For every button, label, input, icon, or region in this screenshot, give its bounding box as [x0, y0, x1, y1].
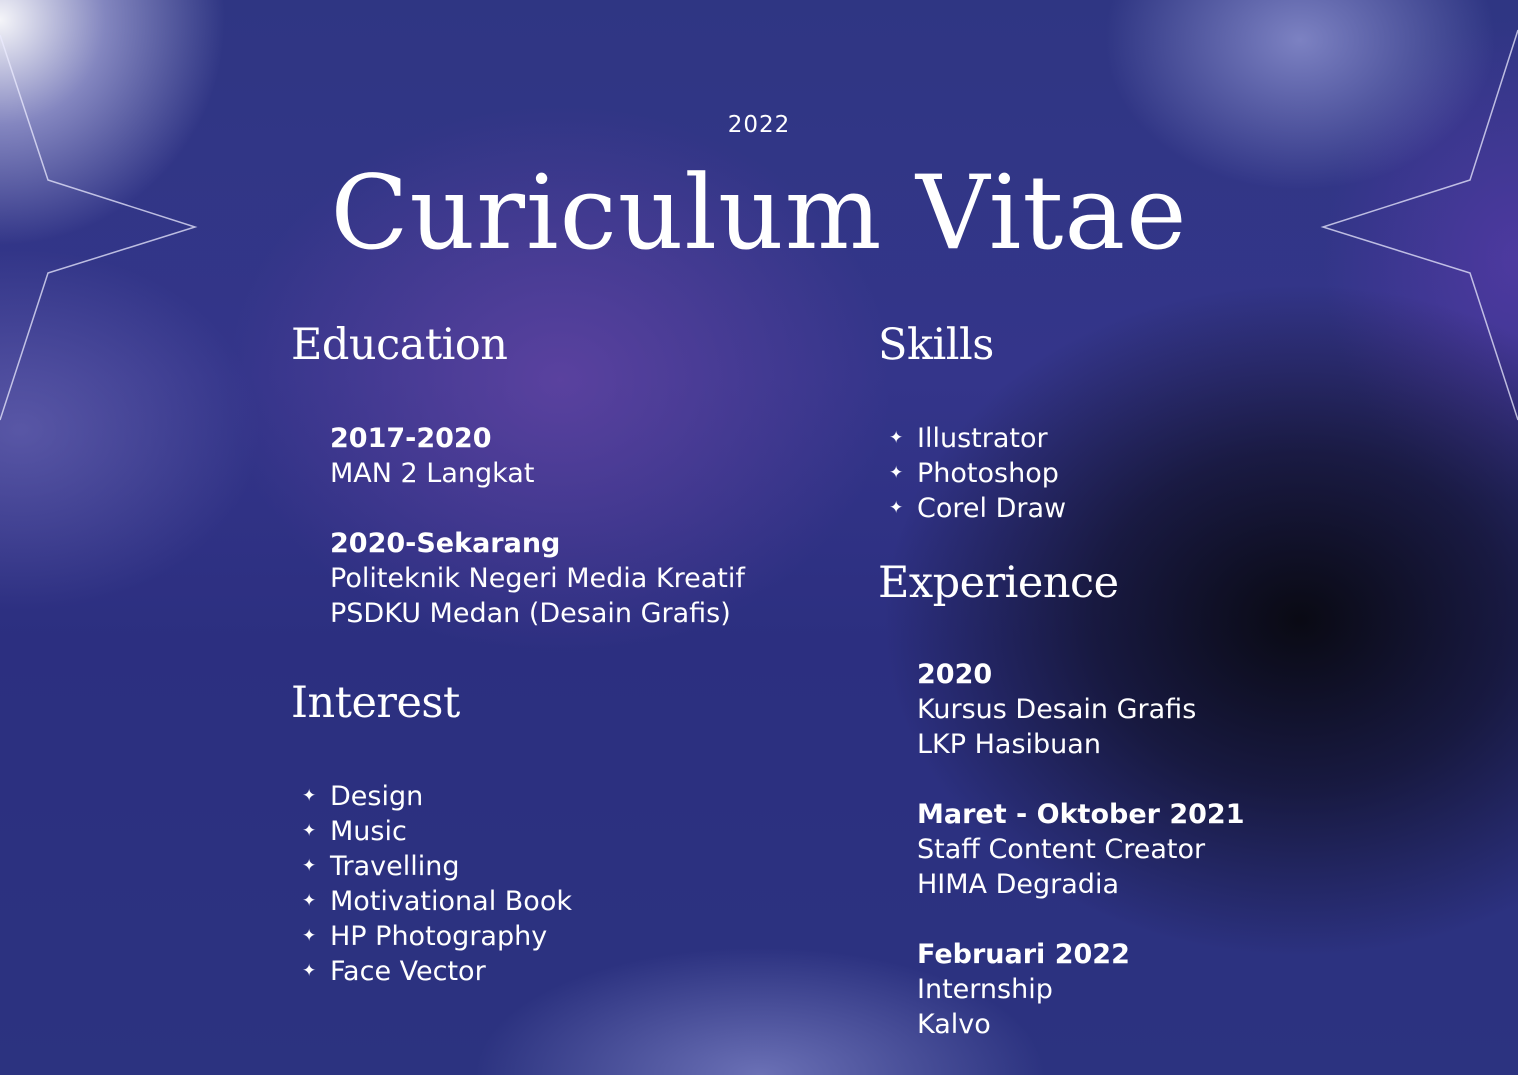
list-item: ✦ Travelling	[302, 851, 460, 882]
interest-list: ✦ Design ✦ Music ✦ Travelling ✦ Motivational…	[302, 779, 572, 989]
experience-period: Februari 2022	[917, 939, 1130, 970]
sparkle-bullet-icon: ✦	[889, 428, 904, 448]
experience-list: 2020 Kursus Desain Grafis LKP Hasibuan M…	[917, 657, 1245, 1042]
list-item: ✦ Corel Draw	[889, 493, 1067, 524]
education-institution: Politeknik Negeri Media Kreatif	[330, 563, 745, 594]
list-item: ✦ Face Vector	[302, 956, 486, 987]
sparkle-bullet-icon: ✦	[302, 821, 317, 841]
list-item: ✦ Music	[302, 816, 407, 847]
list-item: ✦ HP Photography	[302, 921, 548, 952]
sparkle-bullet-icon: ✦	[302, 786, 317, 806]
experience-detail: Kursus Desain Grafis	[917, 694, 1197, 725]
cv-page: { "header": { "year": "2022", "title": "…	[0, 0, 1518, 1075]
experience-detail: Internship	[917, 974, 1053, 1005]
education-institution: MAN 2 Langkat	[330, 458, 535, 489]
sparkle-bullet-icon: ✦	[302, 926, 317, 946]
experience-detail: HIMA Degradia	[917, 869, 1119, 900]
sparkle-bullet-icon: ✦	[302, 961, 317, 981]
sparkle-bullet-icon: ✦	[302, 891, 317, 911]
experience-period: 2020	[917, 659, 993, 690]
education-list: 2017-2020 MAN 2 Langkat 2020-Sekarang Po…	[330, 421, 745, 631]
education-heading: Education	[291, 320, 508, 370]
list-item: ✦ Motivational Book	[302, 886, 572, 917]
list-item: ✦ Photoshop	[889, 458, 1059, 489]
sparkle-bullet-icon: ✦	[889, 463, 904, 483]
sparkle-bullet-icon: ✦	[302, 856, 317, 876]
skills-list: ✦ Illustrator ✦ Photoshop ✦ Corel Draw	[889, 421, 1066, 526]
education-period: 2017-2020	[330, 423, 492, 454]
education-institution: PSDKU Medan (Desain Grafis)	[330, 598, 731, 629]
list-item: ✦ Design	[302, 781, 424, 812]
year-label: 2022	[727, 112, 791, 138]
experience-detail: LKP Hasibuan	[917, 729, 1101, 760]
experience-heading: Experience	[878, 558, 1119, 608]
skills-heading: Skills	[878, 320, 994, 370]
experience-period: Maret - Oktober 2021	[917, 799, 1245, 830]
experience-detail: Kalvo	[917, 1009, 991, 1040]
education-period: 2020-Sekarang	[330, 528, 561, 559]
list-item: ✦ Illustrator	[889, 423, 1048, 454]
experience-detail: Staff Content Creator	[917, 834, 1206, 865]
interest-heading: Interest	[291, 678, 460, 728]
page-title: Curiculum Vitae	[330, 154, 1188, 273]
sparkle-bullet-icon: ✦	[889, 498, 904, 518]
